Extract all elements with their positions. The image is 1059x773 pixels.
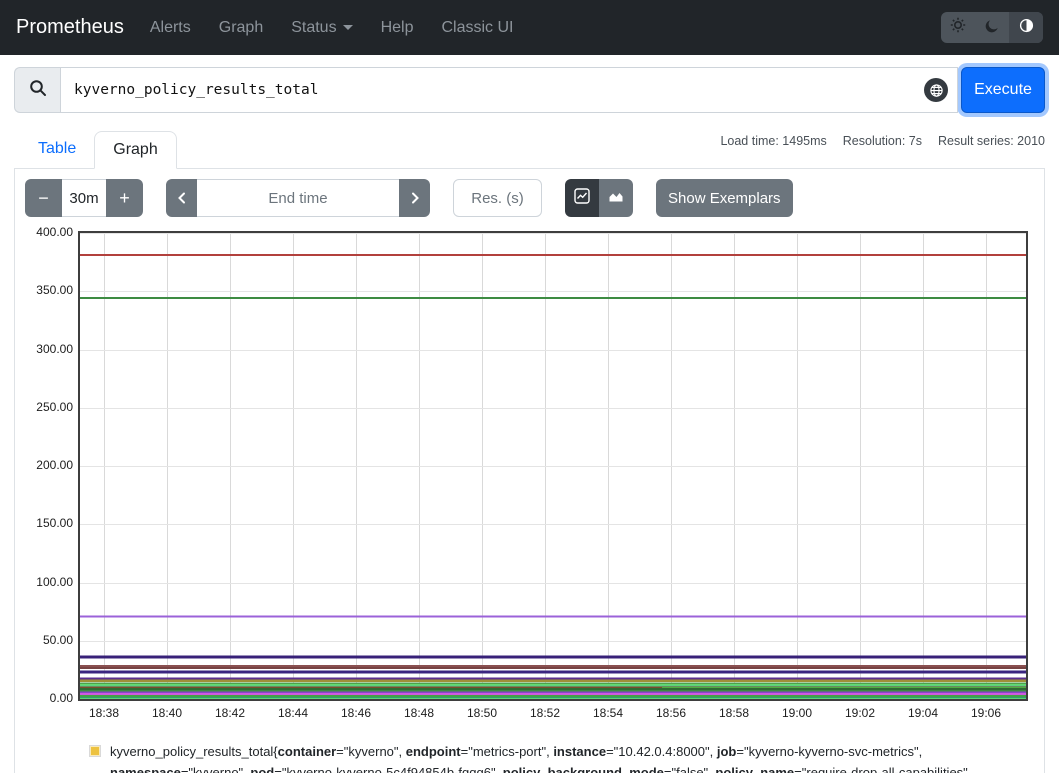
x-tick-label: 18:50	[460, 706, 504, 720]
tabs-bar: Table Graph Load time: 1495ms Resolution…	[14, 125, 1045, 169]
range-stepper: − +	[25, 179, 143, 217]
range-decrease-button[interactable]: −	[25, 179, 62, 217]
legend-row[interactable]: kyverno_policy_results_total{container="…	[89, 741, 1034, 773]
x-tick-label: 18:44	[271, 706, 315, 720]
chart-canvas	[80, 233, 1026, 699]
x-tick-label: 18:58	[712, 706, 756, 720]
result-series: Result series: 2010	[938, 134, 1045, 148]
nav-item-classic-ui[interactable]: Classic UI	[441, 19, 513, 37]
y-tick-label: 400.00	[25, 225, 73, 239]
x-tick-label: 19:04	[901, 706, 945, 720]
circle-half-icon	[1019, 18, 1034, 38]
y-tick-label: 250.00	[25, 400, 73, 414]
y-tick-label: 200.00	[25, 458, 73, 472]
stacked-chart-icon	[608, 188, 624, 209]
series-swatch	[89, 745, 101, 757]
x-tick-label: 18:42	[208, 706, 252, 720]
x-tick-label: 18:54	[586, 706, 630, 720]
moon-icon	[985, 18, 1000, 38]
query-stats: Load time: 1495ms Resolution: 7s Result …	[720, 134, 1045, 148]
theme-auto-button[interactable]	[1009, 12, 1043, 43]
query-bar: Execute	[0, 55, 1059, 123]
plot-area[interactable]	[78, 231, 1028, 701]
graph-panel: − +	[14, 169, 1045, 773]
nav-item-alerts[interactable]: Alerts	[150, 19, 191, 37]
search-icon	[29, 79, 47, 102]
query-input-wrap	[60, 67, 958, 113]
nav-links: Alerts Graph Status Help Classic UI	[150, 19, 514, 37]
tab-graph[interactable]: Graph	[94, 131, 176, 169]
range-input[interactable]	[62, 179, 106, 217]
legend-label: kyverno_policy_results_total{container="…	[110, 741, 1034, 773]
resolution-input[interactable]	[453, 179, 542, 217]
graph-controls: − +	[25, 179, 1034, 217]
y-tick-label: 350.00	[25, 283, 73, 297]
chart-type-toggle	[565, 179, 633, 217]
y-tick-label: 300.00	[25, 342, 73, 356]
caret-down-icon	[343, 25, 353, 30]
end-time-input[interactable]	[197, 179, 399, 217]
chart-area: 400.00350.00300.00250.00200.00150.00100.…	[25, 231, 1034, 725]
metrics-explorer-icon[interactable]	[924, 78, 948, 102]
show-exemplars-button[interactable]: Show Exemplars	[656, 179, 793, 217]
y-tick-label: 100.00	[25, 575, 73, 589]
y-axis-labels: 400.00350.00300.00250.00200.00150.00100.…	[25, 231, 78, 701]
range-increase-button[interactable]: +	[106, 179, 143, 217]
app-brand[interactable]: Prometheus	[16, 16, 124, 39]
top-navbar: Prometheus Alerts Graph Status Help Classic …	[0, 0, 1059, 55]
x-tick-label: 18:38	[82, 706, 126, 720]
chevron-left-icon	[176, 188, 188, 209]
time-forward-button[interactable]	[399, 179, 430, 217]
nav-item-status[interactable]: Status	[291, 19, 352, 37]
theme-light-button[interactable]	[941, 12, 975, 43]
chevron-right-icon	[409, 188, 421, 209]
x-tick-label: 18:40	[145, 706, 189, 720]
line-chart-toggle[interactable]	[565, 179, 599, 217]
resolution: Resolution: 7s	[843, 134, 922, 148]
time-navigation	[166, 179, 430, 217]
nav-item-graph[interactable]: Graph	[219, 19, 263, 37]
x-tick-label: 19:02	[838, 706, 882, 720]
stacked-chart-toggle[interactable]	[599, 179, 633, 217]
nav-item-help[interactable]: Help	[381, 19, 414, 37]
x-tick-label: 19:06	[964, 706, 1008, 720]
x-tick-label: 18:46	[334, 706, 378, 720]
query-input[interactable]	[60, 67, 958, 113]
x-axis-labels: 18:38 18:40 18:42 18:44 18:46 18:48 18:50 18:52…	[80, 701, 1034, 725]
theme-toggle-group	[941, 12, 1043, 43]
y-tick-label: 150.00	[25, 516, 73, 530]
sun-icon	[950, 17, 966, 38]
line-chart-icon	[574, 188, 590, 209]
y-tick-label: 50.00	[25, 633, 73, 647]
tab-table[interactable]: Table	[20, 131, 94, 168]
x-tick-label: 18:56	[649, 706, 693, 720]
execute-button[interactable]: Execute	[961, 67, 1045, 113]
theme-dark-button[interactable]	[975, 12, 1009, 43]
x-tick-label: 18:48	[397, 706, 441, 720]
y-tick-label: 0.00	[25, 691, 73, 705]
time-back-button[interactable]	[166, 179, 197, 217]
search-addon	[14, 67, 60, 113]
x-tick-label: 18:52	[523, 706, 567, 720]
x-tick-label: 19:00	[775, 706, 819, 720]
load-time: Load time: 1495ms	[720, 134, 826, 148]
